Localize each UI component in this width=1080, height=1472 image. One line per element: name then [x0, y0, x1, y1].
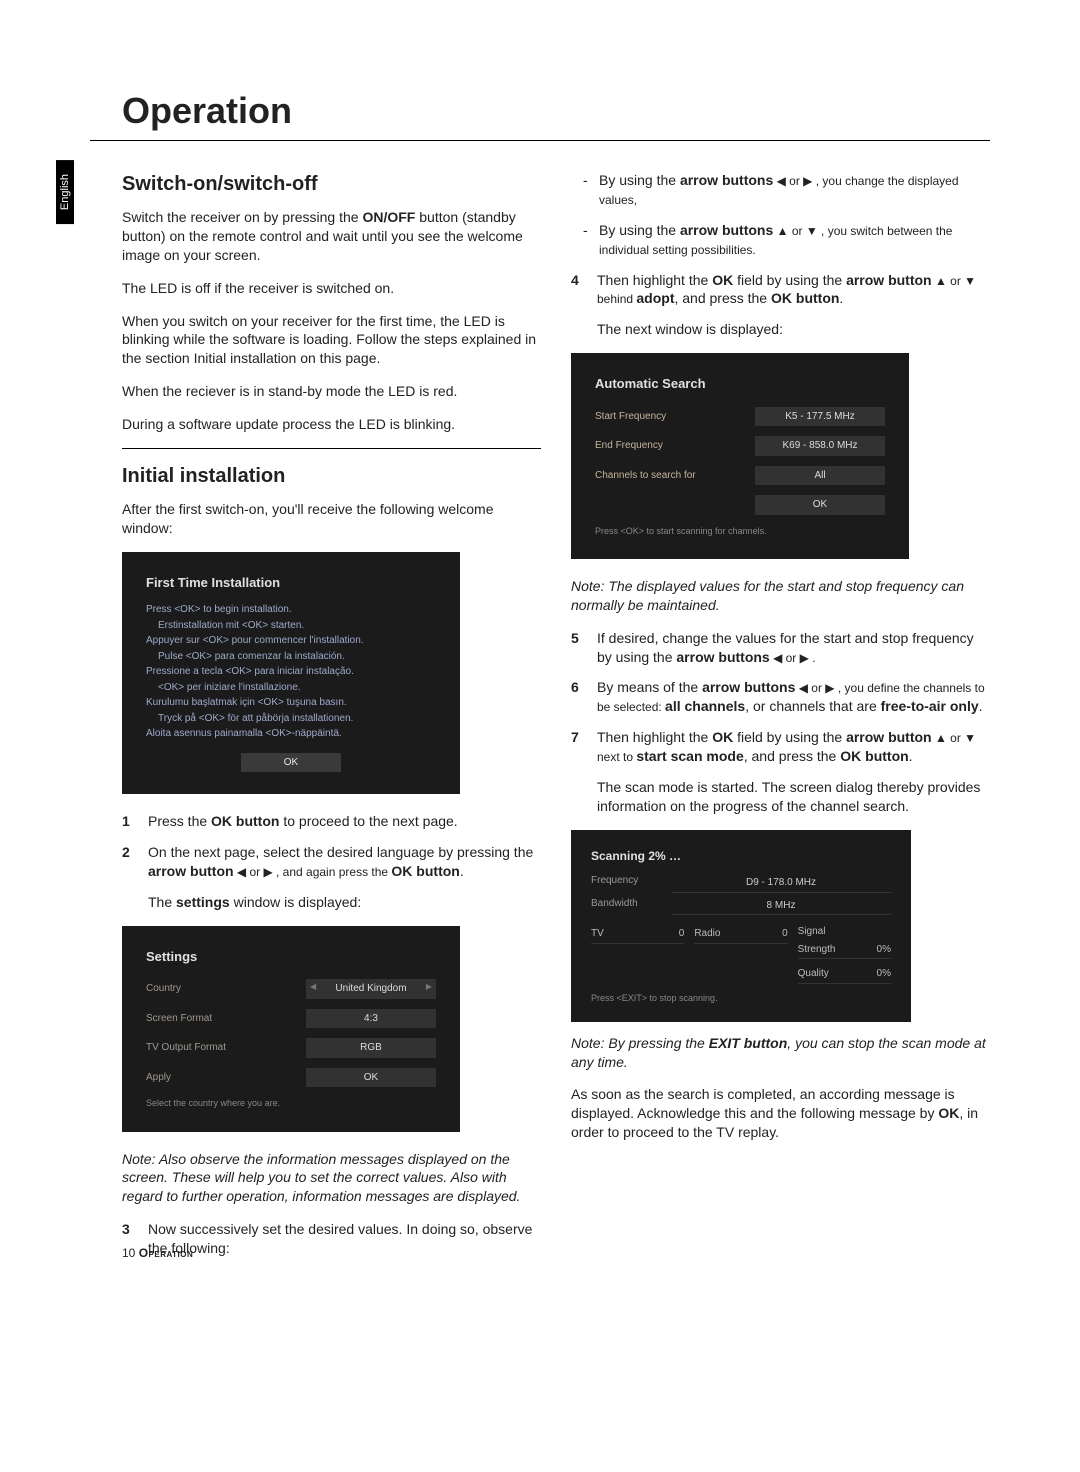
scanning-title: Scanning 2% …: [591, 848, 891, 864]
page-number: 10: [122, 1246, 135, 1260]
sub-bullet-2: - By using the arrow buttons ▲ or ▼ , yo…: [583, 221, 990, 259]
initial-p1: After the first switch-on, you'll receiv…: [122, 500, 541, 538]
section-divider: [122, 448, 541, 449]
final-paragraph: As soon as the search is completed, an a…: [571, 1085, 990, 1142]
screenshot-auto-search: Automatic Search Start FrequencyK5 - 177…: [571, 353, 909, 559]
next-window-text: The next window is displayed:: [597, 320, 990, 339]
switch-p4: When the reciever is in stand-by mode th…: [122, 382, 541, 401]
switch-p2: The LED is off if the receiver is switch…: [122, 279, 541, 298]
language-tab: English: [56, 160, 74, 224]
note-2: Note: The displayed values for the start…: [571, 577, 990, 615]
heading-switch: Switch-on/switch-off: [122, 171, 541, 198]
first-time-title: First Time Installation: [146, 574, 436, 592]
left-column: Switch-on/switch-off Switch the receiver…: [122, 171, 541, 1270]
switch-p5: During a software update process the LED…: [122, 415, 541, 434]
note-1: Note: Also observe the information messa…: [122, 1150, 541, 1207]
first-time-ok: OK: [241, 753, 341, 773]
step-6: 6 By means of the arrow buttons ◀ or ▶ ,…: [571, 678, 990, 716]
switch-p3: When you switch on your receiver for the…: [122, 312, 541, 369]
step-2: 2 On the next page, select the desired l…: [122, 843, 541, 881]
footer-section: Operation: [139, 1246, 194, 1260]
auto-search-title: Automatic Search: [595, 375, 885, 393]
step-4: 4 Then highlight the OK field by using t…: [571, 271, 990, 309]
settings-title: Settings: [146, 948, 436, 966]
step-1: 1 Press the OK button to proceed to the …: [122, 812, 541, 831]
title-rule: [90, 140, 990, 141]
footer: 10 Operation: [122, 1246, 193, 1260]
step-7: 7 Then highlight the OK field by using t…: [571, 728, 990, 766]
step-5: 5 If desired, change the values for the …: [571, 629, 990, 667]
screenshot-first-time: First Time Installation Press <OK> to be…: [122, 552, 460, 795]
right-column: - By using the arrow buttons ◀ or ▶ , yo…: [571, 171, 990, 1270]
scan-start-text: The scan mode is started. The screen dia…: [597, 778, 990, 816]
heading-initial: Initial installation: [122, 463, 541, 490]
sub-bullet-1: - By using the arrow buttons ◀ or ▶ , yo…: [583, 171, 990, 209]
screenshot-scanning: Scanning 2% … FrequencyD9 - 178.0 MHz Ba…: [571, 830, 911, 1022]
note-3: Note: By pressing the EXIT button, you c…: [571, 1034, 990, 1072]
page-title: Operation: [122, 90, 990, 132]
screenshot-settings: Settings CountryUnited Kingdom Screen Fo…: [122, 926, 460, 1132]
switch-p1: Switch the receiver on by pressing the O…: [122, 208, 541, 265]
settings-intro: The settings window is displayed:: [148, 893, 541, 912]
